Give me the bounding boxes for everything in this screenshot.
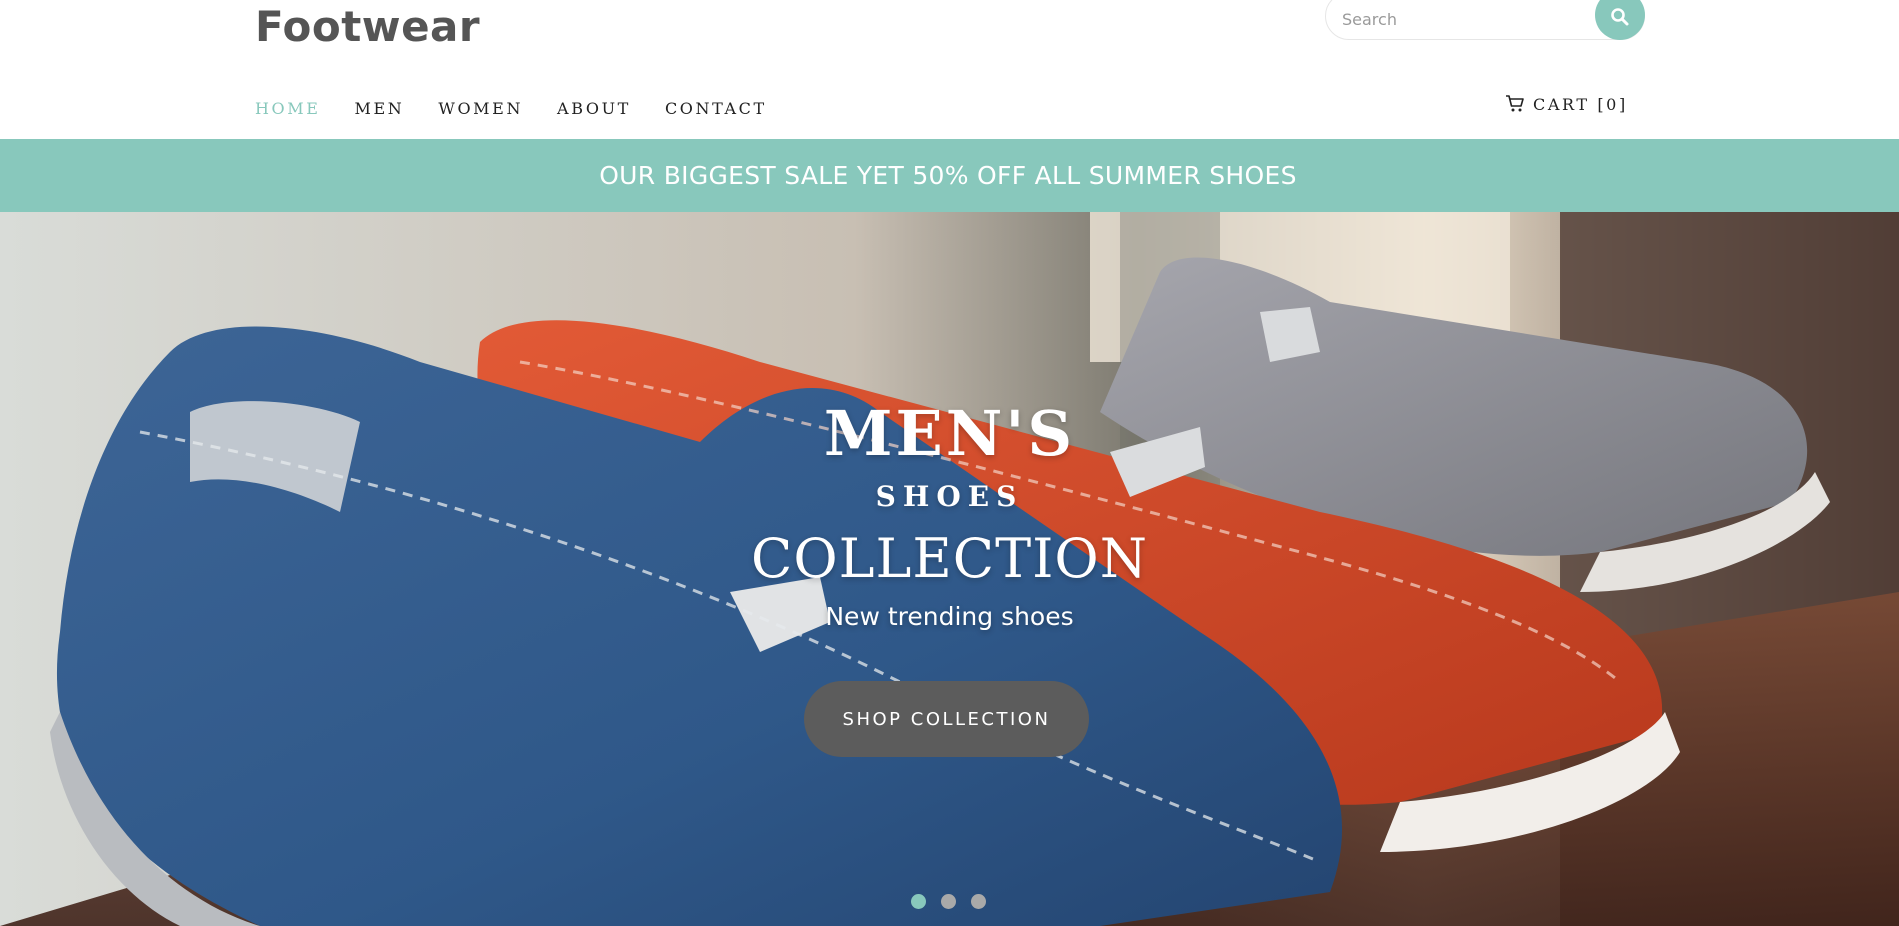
- sale-banner-text: OUR BIGGEST SALE YET 50% OFF ALL SUMMER …: [599, 161, 1297, 190]
- hero-title: MEN'S: [823, 397, 1076, 470]
- cart-icon: [1506, 94, 1524, 111]
- hero-collection-text: COLLECTION: [751, 527, 1148, 590]
- search-icon: [1611, 8, 1629, 26]
- site-logo[interactable]: Footwear: [255, 2, 480, 51]
- nav-item-home[interactable]: HOME: [255, 99, 321, 118]
- nav-item-men[interactable]: MEN: [355, 99, 405, 118]
- nav-item-contact[interactable]: CONTACT: [665, 99, 767, 118]
- shop-collection-button[interactable]: SHOP COLLECTION: [804, 681, 1089, 757]
- hero-subtitle: SHOES: [875, 480, 1024, 513]
- slider-dot-2[interactable]: [941, 894, 956, 909]
- hero-content: MEN'S SHOES COLLECTION New trending shoe…: [0, 212, 1899, 926]
- hero-slider: MEN'S SHOES COLLECTION New trending shoe…: [0, 212, 1899, 926]
- search-input[interactable]: [1342, 9, 1572, 29]
- main-nav: HOME MEN WOMEN ABOUT CONTACT: [255, 99, 801, 118]
- cart-link[interactable]: CART [0]: [1505, 94, 1628, 114]
- slider-dots: [911, 894, 1001, 909]
- nav-item-women[interactable]: WOMEN: [438, 99, 523, 118]
- hero-tagline: New trending shoes: [825, 602, 1074, 631]
- sale-banner: OUR BIGGEST SALE YET 50% OFF ALL SUMMER …: [0, 139, 1899, 212]
- site-header: Footwear HOME MEN WOMEN ABOUT CONTACT CA…: [0, 0, 1899, 139]
- slider-dot-3[interactable]: [971, 894, 986, 909]
- slider-dot-1[interactable]: [911, 894, 926, 909]
- nav-item-about[interactable]: ABOUT: [557, 99, 631, 118]
- cart-label: CART [0]: [1533, 95, 1628, 114]
